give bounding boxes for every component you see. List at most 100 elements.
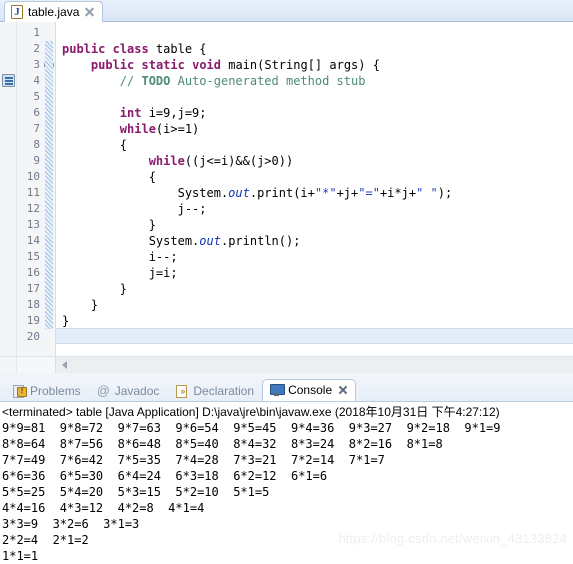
code-line[interactable]: } [56, 281, 573, 297]
editor-tab-table-java[interactable]: table.java [4, 1, 104, 22]
code-line[interactable]: i--; [56, 249, 573, 265]
scroll-left-arrow-icon[interactable] [62, 360, 67, 369]
declaration-icon [175, 384, 189, 398]
scrollbar-track[interactable] [56, 356, 573, 373]
code-line[interactable]: } [56, 297, 573, 313]
code-token-plain: } [62, 298, 99, 312]
code-token-kw: class [112, 42, 149, 56]
code-token-plain: main(String[] args) { [221, 58, 380, 72]
close-icon[interactable] [338, 385, 348, 395]
editor-tab-label: table.java [28, 5, 80, 19]
code-token-fld: out [228, 186, 250, 200]
line-number: 12 [26, 202, 40, 215]
console-output-line: 7*7=49 7*6=42 7*5=35 7*4=28 7*3=21 7*2=1… [2, 453, 385, 467]
code-token-plain: (i>=1) [155, 122, 200, 136]
line-number: 6 [33, 106, 40, 119]
line-number: 4 [33, 74, 40, 87]
code-token-plain: i--; [62, 250, 178, 264]
javadoc-icon [97, 383, 111, 398]
console-icon [270, 383, 286, 397]
close-icon[interactable] [84, 7, 95, 18]
line-number: 19 [26, 314, 40, 327]
problems-icon [12, 384, 27, 398]
code-token-plain: .println(); [220, 234, 301, 248]
editor-horizontal-scrollbar[interactable] [0, 356, 573, 373]
code-line[interactable]: j=i; [56, 265, 573, 281]
code-token-fld: out [199, 234, 221, 248]
line-number: 3 [33, 58, 40, 71]
view-tab-javadoc[interactable]: Javadoc [89, 379, 168, 401]
folding-region-bar[interactable] [45, 41, 53, 329]
code-line[interactable]: // TODO Auto-generated method stub [56, 73, 573, 89]
view-tab-console[interactable]: Console [262, 379, 357, 401]
console-output-line: 9*9=81 9*8=72 9*7=63 9*6=54 9*5=45 9*4=3… [2, 421, 501, 435]
code-token-plain: { [62, 170, 156, 184]
code-editor[interactable]: 1 2 3 4 5 6 7 8 9 10 11 12 13 14 15 16 17 18 19 20 public c… [0, 22, 573, 356]
code-token-plain: +i*j+ [379, 186, 417, 200]
code-line[interactable] [56, 25, 573, 41]
code-token-plain: i=9,j=9; [141, 106, 207, 120]
code-line[interactable]: j--; [56, 201, 573, 217]
code-line[interactable]: public static void main(String[] args) { [56, 57, 573, 73]
code-line[interactable]: } [56, 217, 573, 233]
eclipse-window: table.java 12345678910111213141516171819… [0, 0, 573, 564]
code-token-str: " " [416, 186, 438, 200]
code-token-plain: ((j<=i)&&(j>0)) [184, 154, 294, 168]
scrollbar-corner [0, 356, 17, 373]
line-number: 1 [33, 26, 40, 39]
line-number: 8 [33, 138, 40, 151]
code-line[interactable]: while((j<=i)&&(j>0)) [56, 153, 573, 169]
code-line[interactable]: { [56, 137, 573, 153]
view-tab-label: Problems [30, 383, 81, 398]
code-line[interactable] [56, 89, 573, 105]
editor-tab-bar: table.java [0, 0, 573, 22]
code-token-plain: ); [437, 186, 453, 200]
view-tab-declaration[interactable]: Declaration [167, 379, 262, 401]
code-token-plain: { [62, 138, 128, 152]
editor-text-area[interactable]: public class table { public static void … [56, 22, 573, 356]
view-tab-problems[interactable]: Problems [4, 379, 89, 401]
console-process-header: <terminated> table [Java Application] D:… [2, 405, 500, 419]
console-output-line: 6*6=36 6*5=30 6*4=24 6*3=18 6*2=12 6*1=6 [2, 469, 328, 483]
editor-marker-column[interactable] [0, 22, 17, 356]
console-output-line: 3*3=9 3*2=6 3*1=3 [2, 517, 140, 531]
editor-folding-ruler[interactable] [43, 22, 56, 356]
code-line[interactable]: while(i>=1) [56, 121, 573, 137]
console-output-line: 4*4=16 4*3=12 4*2=8 4*1=4 [2, 501, 205, 515]
code-token-str: "=" [358, 186, 380, 200]
code-token-todo: TODO [141, 74, 171, 88]
code-token-plain: System. [62, 234, 200, 248]
code-token-plain: } [62, 282, 128, 296]
code-line[interactable]: } [56, 313, 573, 329]
line-number: 20 [26, 330, 40, 343]
code-line[interactable]: { [56, 169, 573, 185]
code-token-kw: while [119, 122, 156, 136]
code-token-kw: void [192, 58, 221, 72]
console-output[interactable]: <terminated> table [Java Application] D:… [0, 402, 573, 564]
line-number: 10 [26, 170, 40, 183]
console-output-line: 2*2=4 2*1=2 [2, 533, 89, 547]
code-line[interactable]: int i=9,j=9; [56, 105, 573, 121]
java-file-icon [11, 5, 23, 19]
code-line[interactable]: System.out.print(i+"*"+j+"="+i*j+" "); [56, 185, 573, 201]
code-line[interactable]: System.out.println(); [56, 233, 573, 249]
code-line-current[interactable] [56, 328, 573, 344]
line-number: 13 [26, 218, 40, 231]
line-number: 11 [26, 186, 40, 199]
console-output-line: 1*1=1 [2, 549, 39, 563]
code-token-plain: j=i; [62, 266, 178, 280]
todo-task-marker-icon[interactable] [2, 74, 15, 87]
code-token-plain: System. [62, 186, 229, 200]
code-line[interactable]: public class table { [56, 41, 573, 57]
code-token-kw: public [90, 58, 135, 72]
scrollbar-gutter-pad [17, 356, 56, 373]
line-number: 7 [33, 122, 40, 135]
line-number: 17 [26, 282, 40, 295]
code-token-plain: .print(i+ [249, 186, 315, 200]
line-number: 5 [33, 90, 40, 103]
